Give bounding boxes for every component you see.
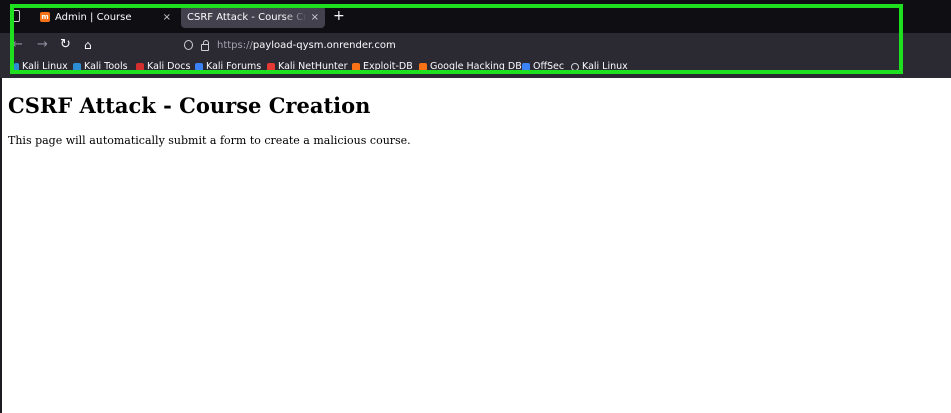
page-description: This page will automatically submit a fo… [8,134,411,147]
annotation-highlight-box [10,4,903,74]
page-title: CSRF Attack - Course Creation [8,93,371,118]
window-edge [0,78,2,413]
browser-chrome: m Admin | Course × CSRF Attack - Course … [0,0,951,78]
page-content: CSRF Attack - Course Creation This page … [8,92,411,148]
